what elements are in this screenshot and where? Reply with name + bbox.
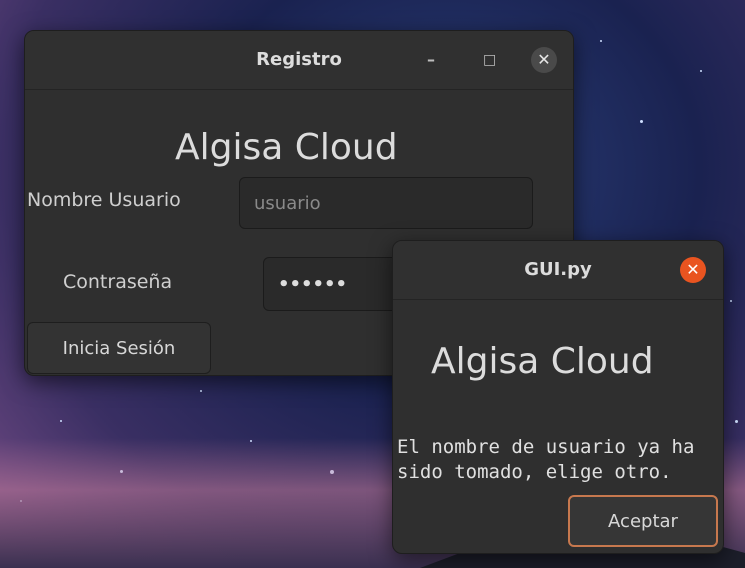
dialog-brand-title: Algisa Cloud <box>431 341 654 382</box>
login-button[interactable]: Inicia Sesión <box>27 322 211 374</box>
message-line-1: El nombre de usuario ya ha <box>397 436 695 458</box>
title-bar[interactable]: Registro – □ ✕ <box>25 31 573 90</box>
brand-title: Algisa Cloud <box>175 127 398 168</box>
username-input[interactable]: usuario <box>239 177 533 229</box>
message-line-2: sido tomado, elige otro. <box>397 461 672 483</box>
gui-dialog: GUI.py ✕ Algisa Cloud El nombre de usuar… <box>392 240 724 554</box>
maximize-button[interactable]: □ <box>483 31 496 89</box>
username-label: Nombre Usuario <box>27 189 181 211</box>
accept-button[interactable]: Aceptar <box>568 495 718 547</box>
dialog-close-button[interactable]: ✕ <box>680 257 706 283</box>
minimize-button[interactable]: – <box>427 31 435 89</box>
dialog-message: El nombre de usuario ya ha sido tomado, … <box>397 435 694 485</box>
close-button[interactable]: ✕ <box>531 47 557 73</box>
password-label: Contraseña <box>63 271 173 293</box>
dialog-title: GUI.py <box>524 259 592 280</box>
dialog-title-bar[interactable]: GUI.py ✕ <box>393 241 723 300</box>
